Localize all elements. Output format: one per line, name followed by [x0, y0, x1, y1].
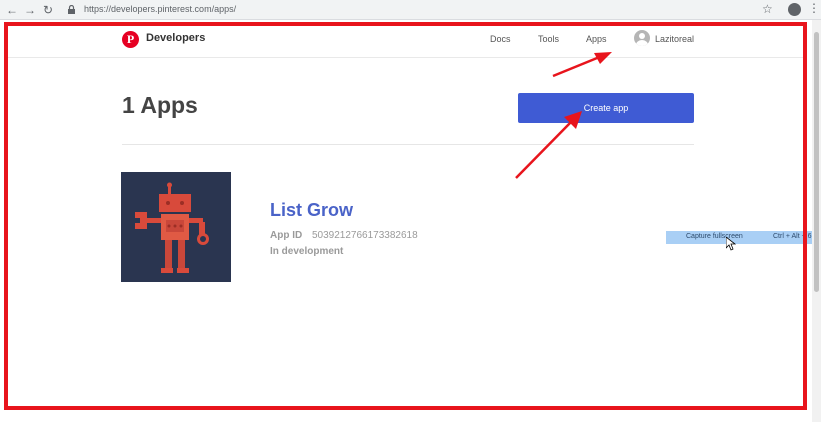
nav-apps[interactable]: Apps — [586, 34, 607, 44]
forward-icon[interactable]: → — [22, 2, 38, 18]
browser-toolbar: ← → ↻ https://developers.pinterest.com/a… — [0, 0, 821, 20]
create-app-button[interactable]: Create app — [518, 93, 694, 123]
nav-docs[interactable]: Docs — [490, 34, 511, 44]
brand-name[interactable]: Developers — [146, 32, 205, 44]
capture-tooltip[interactable]: Capture fullscreen Ctrl + Alt + 6 — [666, 231, 821, 244]
capture-shortcut-label: Ctrl + Alt + 6 — [773, 233, 812, 240]
mouse-cursor-icon — [726, 237, 736, 251]
page-scrollbar[interactable] — [812, 20, 821, 422]
back-icon[interactable]: ← — [4, 2, 20, 18]
lock-icon — [68, 5, 75, 14]
site-header: P Developers Docs Tools Apps Lazitoreal — [8, 26, 804, 58]
profile-icon[interactable] — [788, 3, 801, 16]
bookmark-star-icon[interactable]: ☆ — [762, 2, 773, 16]
app-robot-image[interactable] — [121, 172, 231, 282]
app-name-link[interactable]: List Grow — [270, 200, 353, 221]
url-text: https://developers.pinterest.com/apps/ — [84, 4, 237, 14]
app-id-value: 5039212766173382618 — [312, 230, 418, 241]
app-id-label: App ID — [270, 230, 303, 241]
username[interactable]: Lazitoreal — [655, 34, 694, 44]
page-viewport: P Developers Docs Tools Apps Lazitoreal … — [0, 20, 821, 422]
avatar[interactable] — [634, 30, 650, 46]
app-status: In development — [270, 246, 344, 257]
page-title: 1 Apps — [122, 92, 198, 118]
scroll-thumb[interactable] — [814, 32, 819, 292]
divider — [122, 144, 694, 145]
browser-menu-icon[interactable]: ⋮ — [808, 1, 820, 15]
pinterest-logo-icon[interactable]: P — [122, 31, 139, 48]
nav-tools[interactable]: Tools — [538, 34, 559, 44]
address-bar[interactable]: https://developers.pinterest.com/apps/ — [62, 2, 782, 18]
reload-icon[interactable]: ↻ — [40, 2, 56, 18]
